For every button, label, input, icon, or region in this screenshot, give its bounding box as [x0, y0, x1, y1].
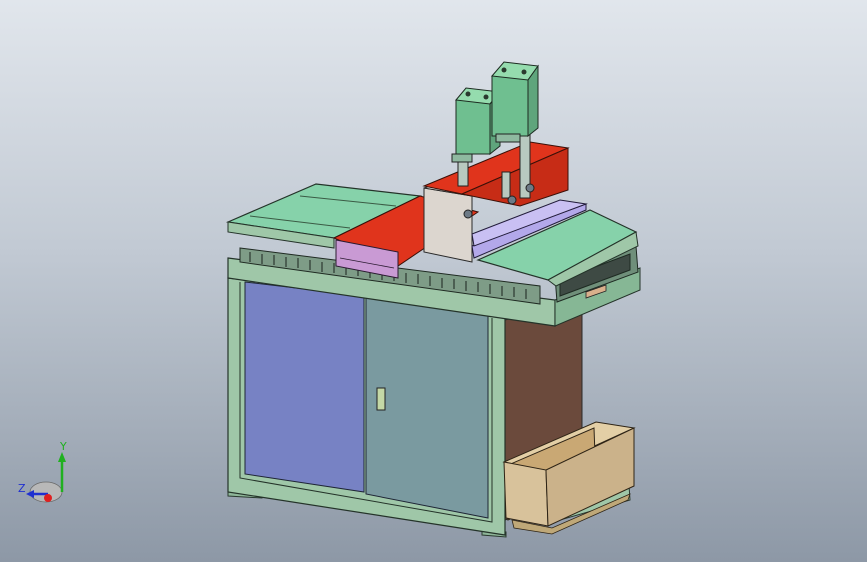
press-housing-front	[423, 187, 473, 263]
bolt-1	[463, 209, 473, 219]
cylinder-left-cap	[451, 153, 473, 163]
door-handle[interactable]	[376, 387, 386, 411]
cad-viewport[interactable]: Y Z	[0, 0, 867, 562]
y-axis-label: Y	[59, 440, 67, 453]
piston-rod-middle	[501, 171, 511, 199]
tray-front[interactable]	[503, 461, 549, 527]
x-axis-icon	[44, 494, 52, 502]
axis-triad: Y Z	[18, 440, 67, 503]
z-axis-label: Z	[18, 482, 26, 495]
cylinder-right	[491, 61, 539, 138]
door-left[interactable]	[244, 281, 365, 493]
bolt-2	[507, 195, 517, 205]
bolt-3	[525, 183, 535, 193]
cylinder-right-cap	[495, 133, 521, 143]
machine-model[interactable]	[0, 0, 867, 562]
y-arrow-icon	[58, 452, 66, 462]
